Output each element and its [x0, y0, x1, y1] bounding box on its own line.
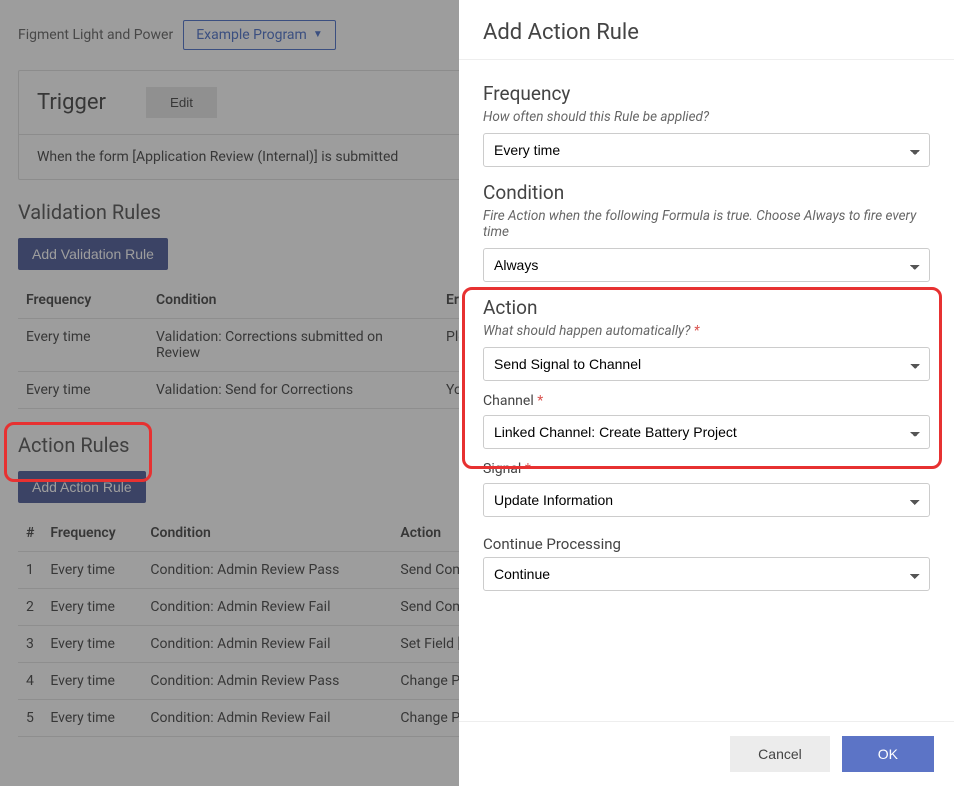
channel-select[interactable]: Linked Channel: Create Battery Project [483, 415, 930, 449]
cancel-button[interactable]: Cancel [730, 736, 830, 772]
continue-heading: Continue Processing [483, 535, 930, 553]
signal-label: Signal * [483, 461, 930, 477]
condition-hint: Fire Action when the following Formula i… [483, 208, 930, 240]
action-hint: What should happen automatically? * [483, 323, 930, 339]
condition-select[interactable]: Always [483, 248, 930, 282]
action-heading: Action [483, 296, 930, 319]
continue-select[interactable]: Continue [483, 557, 930, 591]
ok-button[interactable]: OK [842, 736, 934, 772]
modal-title: Add Action Rule [483, 20, 930, 45]
action-select[interactable]: Send Signal to Channel [483, 347, 930, 381]
frequency-hint: How often should this Rule be applied? [483, 109, 930, 125]
signal-select[interactable]: Update Information [483, 483, 930, 517]
frequency-select[interactable]: Every time [483, 133, 930, 167]
channel-label: Channel * [483, 393, 930, 409]
add-action-rule-modal: Add Action Rule Frequency How often shou… [459, 0, 954, 786]
frequency-heading: Frequency [483, 82, 930, 105]
condition-heading: Condition [483, 181, 930, 204]
